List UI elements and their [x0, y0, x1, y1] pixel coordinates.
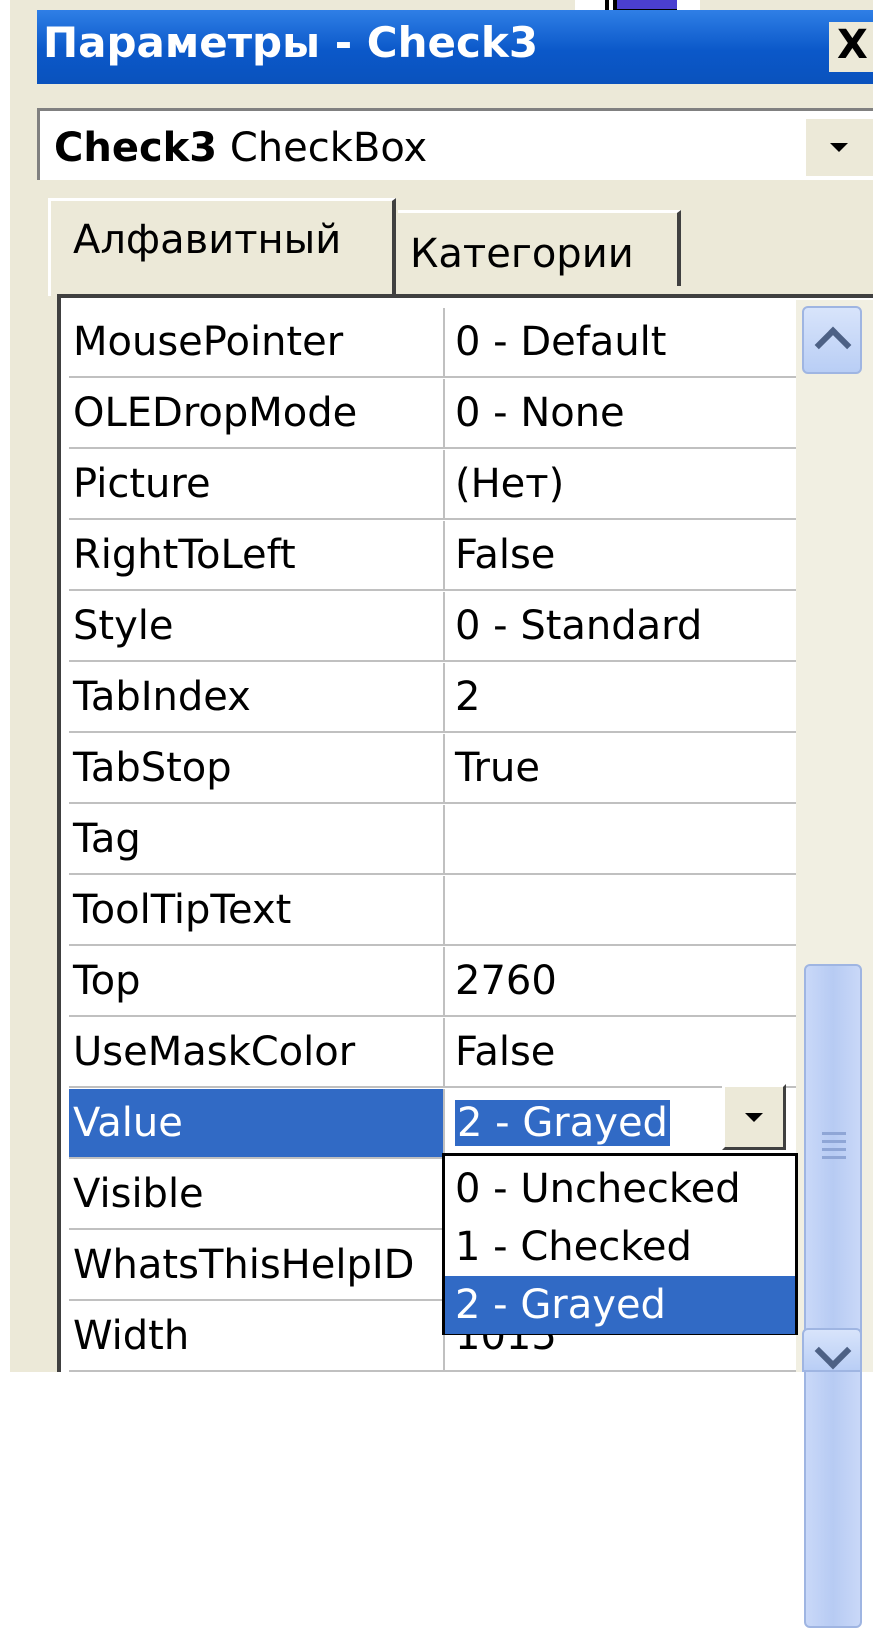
tab-alphabetic[interactable]: Алфавитный [48, 198, 396, 296]
object-type: CheckBox [229, 125, 428, 171]
value-dropdown-list[interactable]: 0 - Unchecked 1 - Checked 2 - Grayed [442, 1153, 798, 1335]
property-name: Tag [69, 805, 445, 875]
title-bar[interactable]: Параметры - Check3 [37, 10, 873, 84]
scroll-up-button[interactable] [802, 306, 862, 374]
scrollbar-thumb[interactable] [804, 964, 862, 1628]
property-name: Top [69, 947, 445, 1017]
thumb-grip [822, 1140, 846, 1143]
chevron-down-icon [830, 143, 848, 152]
property-name: Style [69, 592, 445, 662]
tab-label: Категории [410, 231, 634, 277]
property-value[interactable]: False [445, 521, 797, 591]
property-row-top[interactable]: Top 2760 [69, 947, 797, 1018]
property-name: OLEDropMode [69, 379, 445, 449]
scroll-up-icon [814, 326, 852, 364]
close-button[interactable]: X [829, 22, 873, 72]
object-name: Check3 [54, 125, 218, 171]
property-name: Visible [69, 1160, 445, 1230]
thumb-grip [822, 1156, 846, 1159]
thumb-grip [822, 1132, 846, 1135]
property-row-usemaskcolor[interactable]: UseMaskColor False [69, 1018, 797, 1089]
selected-value-text: 2 - Grayed [455, 1100, 670, 1146]
property-name: TabIndex [69, 663, 445, 733]
property-value[interactable] [445, 805, 797, 875]
property-row-tabstop[interactable]: TabStop True [69, 734, 797, 805]
property-row-picture[interactable]: Picture (Нет) [69, 450, 797, 521]
property-name: UseMaskColor [69, 1018, 445, 1088]
property-row-style[interactable]: Style 0 - Standard [69, 592, 797, 663]
property-name: ToolTipText [69, 876, 445, 946]
object-selector-text: Check3 CheckBox [54, 123, 427, 173]
dropdown-option-checked[interactable]: 1 - Checked [445, 1218, 795, 1276]
property-row-mousepointer[interactable]: MousePointer 0 - Default [69, 308, 797, 379]
scroll-down-button[interactable] [802, 1328, 862, 1372]
thumb-grip [822, 1148, 846, 1151]
property-name: WhatsThisHelpID [69, 1231, 445, 1301]
property-value[interactable]: 0 - None [445, 379, 797, 449]
property-value[interactable]: (Нет) [445, 450, 797, 520]
property-name: TabStop [69, 734, 445, 804]
property-row-value[interactable]: Value 2 - Grayed [69, 1089, 797, 1160]
property-value[interactable]: 0 - Standard [445, 592, 797, 662]
vertical-scrollbar[interactable] [796, 300, 873, 1628]
properties-window: Параметры - Check3 X Check3 CheckBox Алф… [0, 0, 873, 1628]
property-name: Picture [69, 450, 445, 520]
tab-categories[interactable]: Категории [398, 210, 681, 286]
object-selector[interactable]: Check3 CheckBox [37, 108, 873, 180]
property-name: MousePointer [69, 308, 445, 378]
dropdown-option-unchecked[interactable]: 0 - Unchecked [445, 1160, 795, 1218]
property-value[interactable] [445, 876, 797, 946]
property-value[interactable]: 0 - Default [445, 308, 797, 378]
property-row-tag[interactable]: Tag [69, 805, 797, 876]
property-row-oledropmode[interactable]: OLEDropMode 0 - None [69, 379, 797, 450]
property-row-tabindex[interactable]: TabIndex 2 [69, 663, 797, 734]
property-name: Value [69, 1089, 445, 1159]
tab-label: Алфавитный [73, 217, 342, 263]
dropdown-option-grayed[interactable]: 2 - Grayed [445, 1276, 795, 1334]
property-row-righttoleft[interactable]: RightToLeft False [69, 521, 797, 592]
property-value[interactable]: False [445, 1018, 797, 1088]
property-value[interactable]: 2 [445, 663, 797, 733]
property-name: RightToLeft [69, 521, 445, 591]
window-title: Параметры - Check3 [43, 18, 539, 67]
scroll-down-icon [814, 1332, 852, 1370]
object-selector-dropdown-button[interactable] [803, 116, 873, 176]
value-dropdown-button[interactable] [722, 1084, 786, 1150]
close-icon: X [837, 22, 868, 68]
property-value[interactable]: 2760 [445, 947, 797, 1017]
property-value[interactable]: True [445, 734, 797, 804]
property-row-tooltiptext[interactable]: ToolTipText [69, 876, 797, 947]
property-name: Width [69, 1302, 445, 1372]
chevron-down-icon [745, 1113, 763, 1122]
